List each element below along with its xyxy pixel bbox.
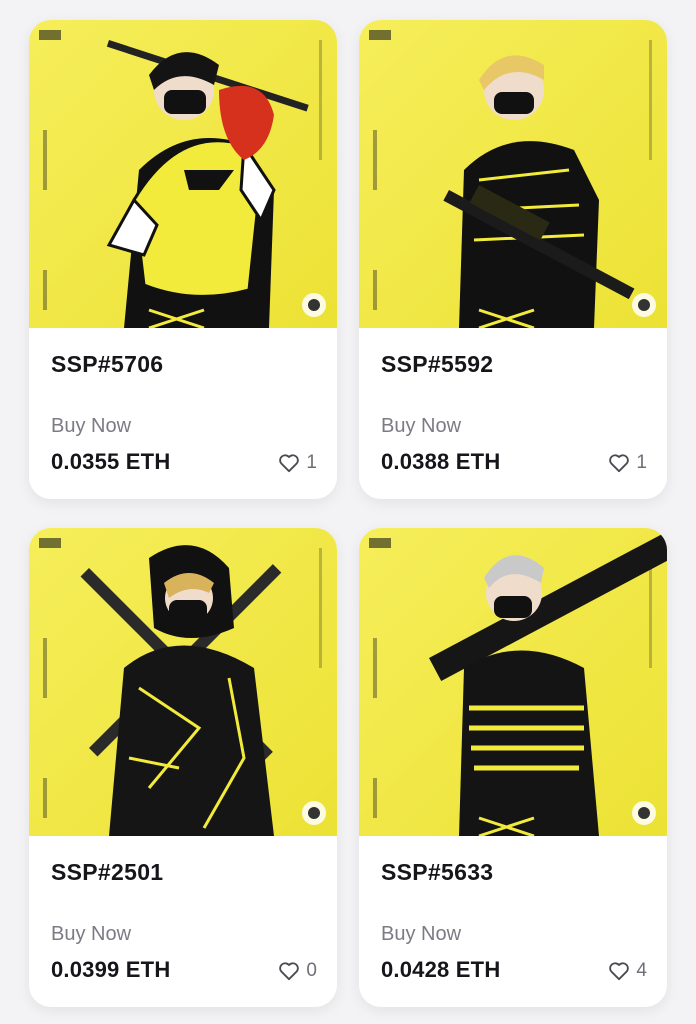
like-button[interactable]: 4 bbox=[608, 960, 647, 982]
nft-title[interactable]: SSP#2501 bbox=[51, 859, 163, 886]
heart-outline-icon bbox=[279, 454, 300, 473]
like-button[interactable]: 1 bbox=[608, 452, 647, 474]
nft-card[interactable]: SSP#2501 Buy Now 0.0399 ETH 0 bbox=[29, 528, 337, 1007]
nft-artwork[interactable] bbox=[29, 20, 337, 328]
nft-price: 0.0355 ETH bbox=[51, 449, 171, 474]
character-illustration bbox=[369, 531, 667, 836]
buy-now-label[interactable]: Buy Now bbox=[381, 923, 461, 946]
nft-price: 0.0388 ETH bbox=[381, 449, 501, 474]
heart-outline-icon bbox=[609, 962, 630, 981]
nft-artwork[interactable] bbox=[359, 528, 667, 836]
like-count: 1 bbox=[636, 452, 647, 473]
nft-artwork[interactable] bbox=[359, 20, 667, 328]
like-button[interactable]: 0 bbox=[278, 960, 317, 982]
nft-card[interactable]: SSP#5633 Buy Now 0.0428 ETH 4 bbox=[359, 528, 667, 1007]
nft-price: 0.0428 ETH bbox=[381, 957, 501, 982]
heart-outline-icon bbox=[609, 454, 630, 473]
buy-now-label[interactable]: Buy Now bbox=[381, 415, 461, 438]
nft-grid: SSP#5706 Buy Now 0.0355 ETH 1 SSP#5592 B… bbox=[0, 0, 696, 1024]
character-illustration bbox=[369, 30, 656, 328]
heart-outline-icon bbox=[279, 962, 300, 981]
buy-now-label[interactable]: Buy Now bbox=[51, 923, 131, 946]
buy-now-label[interactable]: Buy Now bbox=[51, 415, 131, 438]
character-illustration bbox=[39, 30, 326, 328]
nft-title[interactable]: SSP#5633 bbox=[381, 859, 493, 886]
like-count: 1 bbox=[306, 452, 317, 473]
nft-artwork[interactable] bbox=[29, 528, 337, 836]
nft-title[interactable]: SSP#5706 bbox=[51, 351, 163, 378]
character-illustration bbox=[39, 538, 326, 836]
like-count: 0 bbox=[306, 960, 317, 981]
like-button[interactable]: 1 bbox=[278, 452, 317, 474]
nft-card[interactable]: SSP#5706 Buy Now 0.0355 ETH 1 bbox=[29, 20, 337, 499]
nft-card[interactable]: SSP#5592 Buy Now 0.0388 ETH 1 bbox=[359, 20, 667, 499]
nft-title[interactable]: SSP#5592 bbox=[381, 351, 493, 378]
nft-price: 0.0399 ETH bbox=[51, 957, 171, 982]
like-count: 4 bbox=[636, 960, 647, 981]
